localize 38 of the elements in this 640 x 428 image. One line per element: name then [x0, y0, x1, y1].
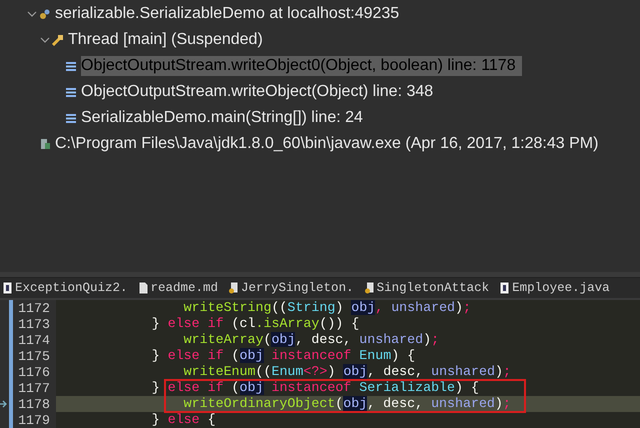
class-file-icon [229, 282, 238, 294]
chevron-icon[interactable] [27, 10, 37, 18]
tree-label[interactable]: C:\Program Files\Java\jdk1.8.0_60\bin\javaw.exe (Apr 16, 2017, 1:28:43 PM) [55, 134, 598, 154]
class-file-icon [364, 282, 374, 294]
editor-tab[interactable]: SingletonAttack [376, 281, 490, 295]
code-line: } else if (obj instanceof Serializable) { [150, 380, 480, 396]
tree-label[interactable]: Thread [main] (Suspended) [68, 30, 263, 50]
program-icon [39, 138, 51, 150]
chevron-icon[interactable] [40, 36, 50, 44]
thread-icon [52, 34, 64, 46]
line-number: 1175 [18, 348, 50, 364]
code-line: writeString((String) obj, unshared); [182, 300, 472, 316]
line-number: 1178 [18, 396, 50, 412]
line-number: 1177 [18, 380, 50, 396]
java-file-icon [3, 282, 12, 294]
line-number: 1174 [18, 332, 50, 348]
stack-frame[interactable]: ObjectOutputStream.writeObject(Object) line: 348 [81, 82, 434, 102]
editor-tab[interactable]: JerrySingleton. [241, 281, 354, 295]
tree-label[interactable]: serializable.SerializableDemo at localhost:49235 [55, 4, 400, 24]
code-line: } else if (cl.isArray()) { [150, 316, 360, 332]
stack-frame-icon [65, 60, 77, 72]
code-line: } else if (obj instanceof Enum) { [150, 348, 416, 364]
editor-tab[interactable]: Employee.java [512, 281, 610, 295]
line-number: 1176 [18, 364, 50, 380]
code-line: writeEnum((Enum<?>) obj, desc, unshared); [182, 364, 512, 380]
java-file-icon [500, 282, 510, 294]
line-number: 1179 [18, 412, 50, 428]
line-number: 1172 [18, 300, 50, 316]
code-line: writeArray(obj, desc, unshared); [182, 332, 440, 348]
editor-tab[interactable]: readme.md [150, 281, 218, 295]
line-number: 1173 [18, 316, 50, 332]
debug-process-icon [39, 8, 51, 20]
stack-frame-icon [65, 86, 77, 98]
stack-frame[interactable]: SerializableDemo.main(String[]) line: 24 [81, 108, 363, 128]
code-line: } else { [150, 412, 217, 428]
stack-frame-icon [65, 112, 77, 124]
text-file-icon [138, 282, 148, 294]
editor-tab[interactable]: ExceptionQuiz2. [15, 281, 128, 295]
